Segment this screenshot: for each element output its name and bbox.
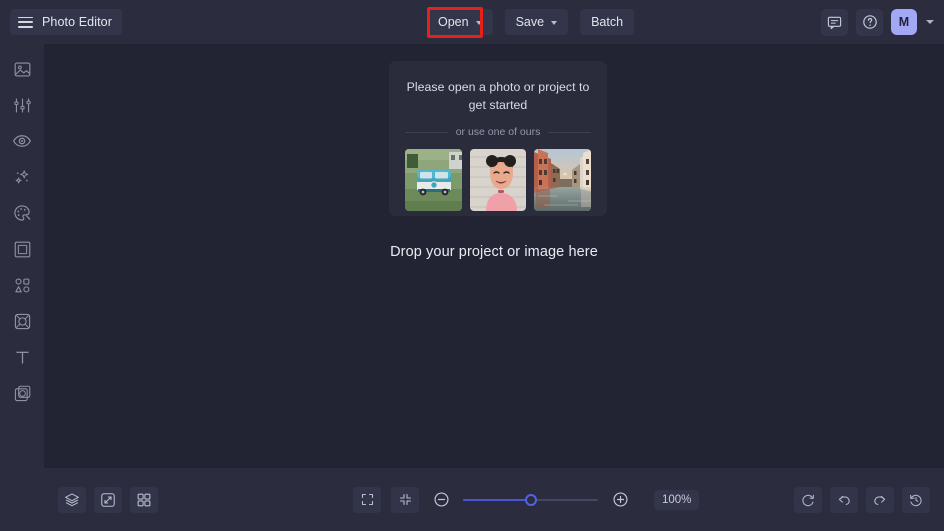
zoom-out-button[interactable]	[429, 488, 453, 512]
plus-circle-icon	[612, 491, 629, 508]
open-button-label: Open	[438, 15, 469, 29]
sparkles-effects-icon	[13, 168, 32, 187]
hamburger-icon	[18, 17, 33, 28]
save-button-label: Save	[516, 15, 545, 29]
collapse-fit-icon	[398, 492, 413, 507]
sample-thumbnails	[405, 149, 591, 211]
sidebar-item-paint[interactable]	[7, 201, 37, 225]
layers-stack-icon	[64, 492, 80, 508]
divider-line-left	[405, 132, 448, 133]
drop-zone-text: Drop your project or image here	[44, 244, 944, 260]
avatar-initial: M	[899, 15, 909, 29]
sidebar-item-focus[interactable]	[7, 309, 37, 333]
top-header-bar: Photo Editor Open Save Batch	[0, 0, 944, 44]
popup-divider-label: or use one of ours	[456, 126, 541, 138]
expand-fullscreen-icon	[360, 492, 375, 507]
sample-thumbnail-canal[interactable]	[534, 149, 591, 211]
transform-button[interactable]	[94, 487, 122, 513]
image-icon	[13, 60, 32, 79]
history-button[interactable]	[902, 487, 930, 513]
zoom-slider-fill	[463, 499, 531, 501]
canal-street-photo	[534, 149, 591, 211]
chevron-down-icon	[551, 21, 557, 25]
sidebar-item-text[interactable]	[7, 345, 37, 369]
reset-button[interactable]	[794, 487, 822, 513]
zoom-in-button[interactable]	[608, 488, 632, 512]
text-icon	[13, 348, 32, 367]
sidebar-item-effects[interactable]	[7, 165, 37, 189]
zoom-controls: 100%	[353, 487, 699, 513]
left-sidebar	[0, 44, 44, 531]
bottom-toolbar: 100%	[44, 468, 944, 531]
sample-thumbnail-portrait[interactable]	[470, 149, 527, 211]
sidebar-item-retouch[interactable]	[7, 129, 37, 153]
sliders-adjust-icon	[13, 96, 32, 115]
sidebar-item-shapes[interactable]	[7, 273, 37, 297]
palette-brush-icon	[12, 203, 32, 223]
divider-line-right	[548, 132, 591, 133]
undo-icon	[836, 492, 852, 508]
chat-bubble-icon	[827, 15, 842, 30]
bottom-right-tools	[794, 487, 930, 513]
sidebar-item-image[interactable]	[7, 57, 37, 81]
fit-to-screen-button[interactable]	[391, 487, 419, 513]
save-button[interactable]: Save	[505, 9, 569, 35]
question-mark-circle-icon	[862, 14, 878, 30]
transform-resize-icon	[100, 492, 116, 508]
eye-retouch-icon	[12, 131, 32, 151]
history-clock-icon	[908, 492, 924, 508]
open-button[interactable]: Open	[427, 9, 493, 35]
minus-circle-icon	[433, 491, 450, 508]
help-button[interactable]	[856, 9, 883, 36]
popup-title: Please open a photo or project to get st…	[405, 78, 591, 114]
portrait-photo	[470, 149, 527, 211]
canvas-area: Please open a photo or project to get st…	[44, 44, 944, 468]
sidebar-item-frames[interactable]	[7, 237, 37, 261]
sample-thumbnail-vw-van[interactable]	[405, 149, 462, 211]
open-photo-popup: Please open a photo or project to get st…	[389, 61, 607, 216]
overlay-layers-icon	[13, 384, 32, 403]
redo-button[interactable]	[866, 487, 894, 513]
bottom-left-tools	[58, 487, 158, 513]
fullscreen-button[interactable]	[353, 487, 381, 513]
photo-editor-app: Photo Editor Open Save Batch	[0, 0, 944, 531]
frame-border-icon	[13, 240, 32, 259]
header-right-actions: M	[821, 9, 934, 36]
app-title: Photo Editor	[42, 15, 112, 29]
sidebar-item-adjust[interactable]	[7, 93, 37, 117]
grid-view-button[interactable]	[130, 487, 158, 513]
layers-button[interactable]	[58, 487, 86, 513]
popup-divider: or use one of ours	[405, 126, 591, 138]
shapes-icon	[13, 276, 32, 295]
zoom-slider[interactable]	[463, 492, 598, 508]
redo-icon	[872, 492, 888, 508]
undo-button[interactable]	[830, 487, 858, 513]
reset-refresh-icon	[800, 492, 816, 508]
zoom-slider-knob[interactable]	[525, 494, 537, 506]
sidebar-item-overlays[interactable]	[7, 381, 37, 405]
account-chevron-down-icon[interactable]	[926, 20, 934, 24]
vw-van-photo	[405, 149, 462, 211]
focus-crop-icon	[13, 312, 32, 331]
feedback-button[interactable]	[821, 9, 848, 36]
batch-button[interactable]: Batch	[580, 9, 634, 35]
avatar[interactable]: M	[891, 9, 917, 35]
grid-view-icon	[136, 492, 152, 508]
zoom-level-label[interactable]: 100%	[654, 490, 699, 510]
header-center-actions: Open Save Batch	[427, 9, 634, 35]
chevron-down-icon	[476, 21, 482, 25]
menu-button[interactable]: Photo Editor	[10, 9, 122, 35]
batch-button-label: Batch	[591, 15, 623, 29]
